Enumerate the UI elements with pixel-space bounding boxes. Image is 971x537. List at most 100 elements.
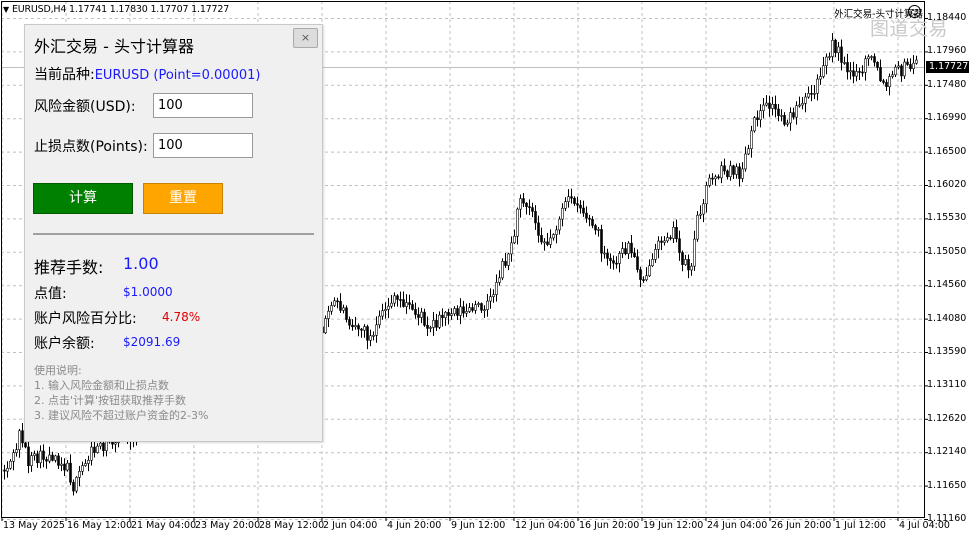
candle-body	[870, 56, 873, 58]
usage-line: 2. 点击'计算'按钮获取推荐手数	[34, 394, 187, 407]
candle-body	[330, 305, 333, 312]
candle-body	[543, 241, 546, 244]
candle-body	[663, 240, 666, 243]
price-tick-label: 1.15050	[927, 245, 967, 257]
candle-body	[765, 102, 768, 106]
candle-body	[903, 61, 906, 77]
candle-body	[60, 463, 63, 466]
candle-body	[717, 176, 720, 179]
candle-body	[69, 462, 72, 483]
candle-body	[492, 294, 495, 297]
candle-body	[414, 309, 417, 315]
candle-body	[705, 185, 708, 205]
candle-body	[420, 311, 423, 318]
candle-body	[657, 240, 660, 250]
candle-body	[540, 235, 543, 243]
candle-body	[687, 259, 690, 271]
candle-body	[567, 196, 570, 202]
candle-body	[81, 465, 84, 472]
price-tick-label: 1.16020	[927, 179, 967, 190]
candle-body	[915, 59, 918, 64]
candle-body	[390, 302, 393, 307]
reset-button[interactable]: 重置	[143, 183, 223, 214]
candle-body	[720, 165, 723, 179]
candle-body	[801, 103, 804, 106]
price-tick-label: 1.14560	[927, 279, 967, 291]
time-tick-label: 13 May 2025	[3, 520, 65, 531]
risk-amount-input[interactable]	[153, 93, 253, 118]
candle-body	[474, 304, 477, 311]
symbol-label: 当前品种:	[34, 67, 95, 83]
candle-body	[594, 225, 597, 231]
candle-body	[858, 71, 861, 73]
candle-body	[354, 325, 357, 328]
candle-body	[102, 442, 105, 452]
candle-body	[873, 56, 876, 63]
candle-body	[786, 122, 789, 125]
candle-body	[96, 445, 99, 453]
candle-body	[549, 237, 552, 245]
candle-body	[36, 453, 39, 464]
symbol-value: EURUSD (Point=0.00001)	[94, 68, 261, 83]
stoploss-points-input[interactable]	[153, 133, 253, 158]
candle-body	[840, 46, 843, 63]
candle-body	[399, 299, 402, 301]
candle-body	[42, 450, 45, 460]
candle-body	[882, 80, 885, 83]
candle-body	[852, 70, 855, 77]
candle-body	[867, 56, 870, 60]
candle-body	[783, 115, 786, 125]
candle-body	[45, 459, 48, 462]
price-tick-label: 1.16500	[927, 145, 967, 157]
symbol-row: 当前品种:EURUSD (Point=0.00001)	[34, 64, 260, 84]
candle-body	[384, 309, 387, 312]
candle-body	[762, 104, 765, 112]
price-tick-label: 1.13110	[927, 379, 967, 391]
dropdown-triangle-icon[interactable]: ▼	[3, 5, 9, 14]
candle-body	[93, 446, 96, 453]
candle-body	[843, 62, 846, 64]
candle-body	[849, 70, 852, 73]
symbol-quote-line: EURUSD,H4 1.17741 1.17830 1.17707 1.1772…	[11, 4, 230, 15]
candle-body	[486, 300, 489, 310]
candle-body	[438, 314, 441, 328]
stoploss-points-label: 止损点数(Points):	[34, 139, 148, 155]
time-tick-label: 24 Jun 04:00	[707, 520, 768, 531]
close-button[interactable]: ×	[293, 28, 318, 48]
candle-body	[501, 261, 504, 279]
candle-body	[24, 442, 27, 448]
candle-body	[57, 455, 60, 466]
candle-body	[861, 71, 864, 74]
candle-body	[435, 320, 438, 328]
candle-body	[897, 65, 900, 68]
time-tick-label: 1 Jul 12:00	[835, 520, 886, 531]
calculate-button[interactable]: 计算	[33, 183, 133, 214]
time-tick-label: 16 May 12:00	[67, 520, 133, 531]
candle-body	[555, 229, 558, 235]
candle-body	[888, 76, 891, 87]
time-tick-label: 21 May 04:00	[131, 520, 197, 531]
candle-body	[426, 324, 429, 329]
candle-body	[774, 103, 777, 110]
candle-body	[327, 310, 330, 319]
candle-body	[381, 310, 384, 317]
candle-body	[84, 463, 87, 466]
candle-body	[528, 206, 531, 208]
candle-body	[846, 62, 849, 73]
candle-body	[480, 303, 483, 311]
candle-body	[324, 318, 327, 334]
risk-percent-label: 账户风险百分比:	[34, 311, 137, 327]
candle-body	[732, 165, 735, 175]
candle-body	[432, 320, 435, 328]
candle-body	[645, 275, 648, 281]
candle-body	[621, 248, 624, 254]
candle-body	[639, 269, 642, 280]
time-tick-label: 12 Jun 04:00	[515, 520, 576, 531]
candle-body	[579, 204, 582, 209]
candle-body	[345, 307, 348, 320]
candle-body	[87, 459, 90, 464]
price-tick-label: 1.18440	[927, 12, 967, 23]
candle-body	[636, 256, 639, 270]
candle-body	[606, 252, 609, 259]
candle-body	[630, 242, 633, 254]
